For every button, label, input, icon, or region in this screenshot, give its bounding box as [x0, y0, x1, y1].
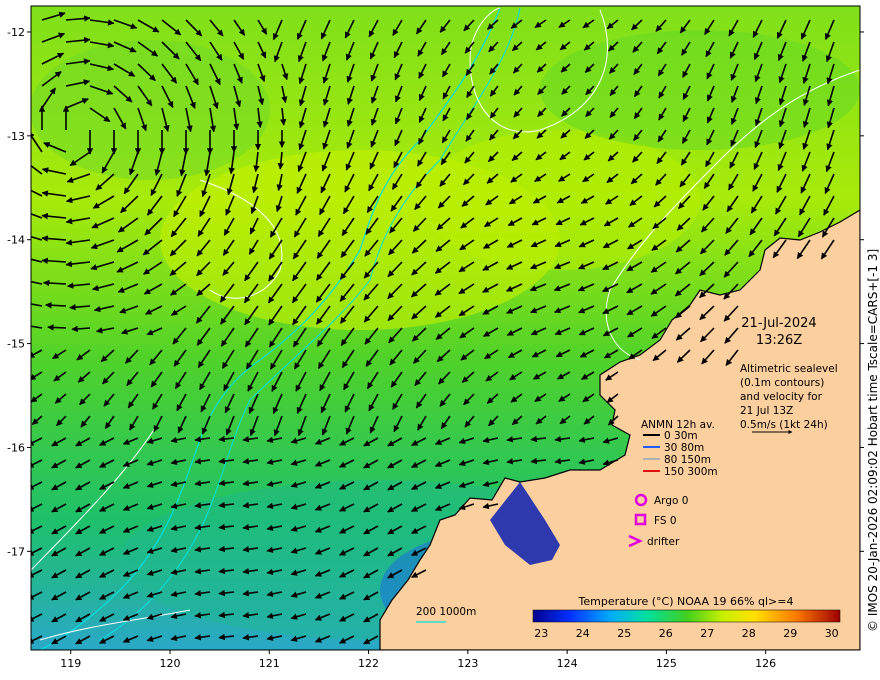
colorbar-tick-label: 26 [659, 627, 673, 640]
altimetry-note-line: 0.5m/s (1kt 24h) [740, 419, 828, 431]
x-axis: 119 120 121 122 123 124 125 126 [60, 650, 776, 670]
velocity-arrow [45, 302, 67, 309]
argo-label: Argo 0 [654, 495, 688, 507]
anmn-legend-label: 30 80m [664, 442, 704, 454]
colorbar-tick-label: 25 [617, 627, 631, 640]
colorbar-title: Temperature (°C) NOAA 19 66% ql>=4 [578, 595, 794, 608]
plot-area [31, 6, 860, 650]
colorbar-tick-label: 29 [783, 627, 797, 640]
x-tick-label: 122 [358, 657, 379, 670]
colorbar-gradient [532, 609, 841, 623]
altimetry-note-line: 21 Jul 13Z [740, 405, 793, 417]
x-tick-label: 121 [259, 657, 280, 670]
sst-current-map: 119 120 121 122 123 124 125 126 -12 -13 -14 -15 -16… [7, 5, 880, 670]
x-tick-label: 125 [656, 657, 677, 670]
colorbar-tick-label: 23 [534, 627, 548, 640]
y-tick-label: -13 [7, 130, 25, 143]
altimetry-note-line: and velocity for [740, 391, 823, 403]
x-tick-label: 124 [557, 657, 578, 670]
drifter-label: drifter [647, 536, 680, 548]
colorbar-tick-label: 24 [576, 627, 590, 640]
anmn-legend-label: 0 30m [664, 430, 698, 442]
x-tick-label: 119 [60, 657, 81, 670]
isobath-label: 200 1000m [416, 606, 476, 618]
colorbar-tick-label: 30 [825, 627, 839, 640]
x-tick-label: 123 [457, 657, 478, 670]
anmn-legend-label: 150 300m [664, 466, 718, 478]
anmn-legend-label: 80 150m [664, 454, 711, 466]
y-tick-label: -14 [7, 234, 25, 247]
velocity-arrow [47, 324, 67, 331]
y-tick-label: -12 [7, 26, 25, 39]
altimetry-note-line: (0.1m contours) [740, 377, 824, 389]
y-tick-label: -16 [7, 441, 25, 454]
date-day: 21-Jul-2024 [741, 316, 816, 331]
colorbar-tick-label: 28 [742, 627, 756, 640]
colorbar-tick-label: 27 [700, 627, 714, 640]
fs-label: FS 0 [654, 515, 677, 527]
y-tick-label: -15 [7, 338, 25, 351]
y-tick-label: -17 [7, 545, 25, 558]
x-tick-label: 120 [159, 657, 180, 670]
x-tick-label: 126 [755, 657, 776, 670]
credit-text: © IMOS 20-Jan-2026 02:09:02 Hobart time … [866, 249, 880, 632]
altimetry-note-line: Altimetric sealevel [740, 363, 838, 375]
date-time: 13:26Z [756, 333, 802, 348]
